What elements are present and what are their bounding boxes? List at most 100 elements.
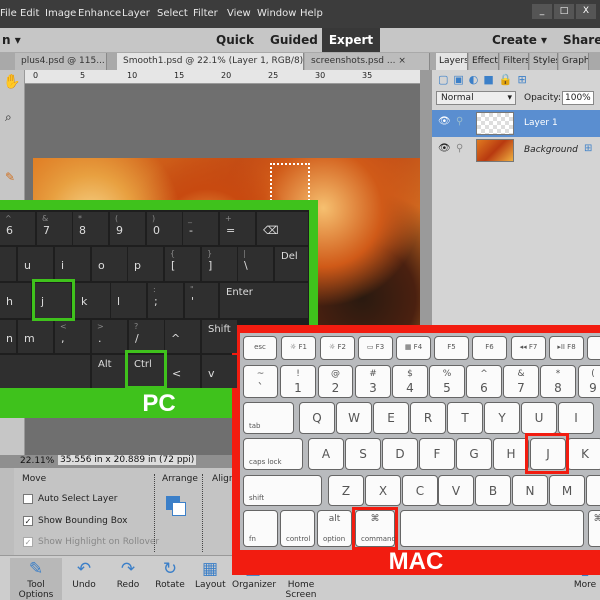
pc-key-Alt[interactable]: Alt bbox=[92, 355, 127, 388]
mac-key-9[interactable]: (9 bbox=[578, 365, 600, 398]
panel-tab-effect[interactable]: Effect bbox=[469, 53, 499, 70]
mac-key-blank[interactable]: ⌘ bbox=[588, 510, 600, 547]
mac-key-▦-f4[interactable]: ▦ F4 bbox=[396, 336, 431, 360]
pc-key-[[interactable]: {[ bbox=[165, 247, 200, 281]
mac-key-shift[interactable]: shift bbox=[243, 475, 322, 506]
pc-key-/[interactable]: ? / bbox=[129, 320, 164, 353]
mac-key-a[interactable]: A bbox=[308, 438, 344, 470]
pc-key-Enter[interactable]: Enter bbox=[220, 283, 308, 318]
layout-button[interactable]: ▦ Layout bbox=[195, 558, 226, 590]
mac-key-u[interactable]: U bbox=[521, 402, 557, 434]
menu-select[interactable]: Select bbox=[157, 8, 188, 19]
mac-key-c[interactable]: C bbox=[402, 475, 438, 506]
pc-key-8[interactable]: * 8 bbox=[73, 212, 108, 245]
redo-button[interactable]: ↷ Redo bbox=[115, 558, 141, 590]
pencil-tool-icon[interactable]: ✎ bbox=[5, 170, 15, 184]
mac-key-6[interactable]: ^ 6 bbox=[466, 365, 502, 398]
mac-key-☼-f2[interactable]: ☼ F2 bbox=[320, 336, 355, 360]
menu-layer[interactable]: Layer bbox=[122, 8, 150, 19]
pc-key-9[interactable]: (9 bbox=[110, 212, 145, 245]
mac-key-t[interactable]: T bbox=[447, 402, 483, 434]
pc-key-u[interactable]: u bbox=[18, 247, 53, 281]
mac-key-g[interactable]: G bbox=[456, 438, 492, 470]
mac-key-n[interactable]: N bbox=[512, 475, 548, 506]
create-button[interactable]: Create ▾ bbox=[492, 33, 547, 47]
hand-tool-icon[interactable]: ✋ bbox=[3, 74, 20, 90]
mode-quick[interactable]: Quick bbox=[216, 33, 254, 47]
mac-key-☼-f1[interactable]: ☼ F1 bbox=[281, 336, 316, 360]
pc-key-l[interactable]: l bbox=[111, 283, 146, 318]
pc-key-⌫[interactable]: ⌫ bbox=[257, 212, 308, 245]
mac-key-f5[interactable]: F5 bbox=[434, 336, 469, 360]
mac-key-m[interactable]: M bbox=[549, 475, 585, 506]
pc-key-m[interactable]: m bbox=[18, 320, 53, 353]
mac-key-f[interactable]: F bbox=[419, 438, 455, 470]
zoom-tool-icon[interactable]: ⌕ bbox=[5, 110, 12, 125]
pc-key-h[interactable]: h bbox=[0, 283, 31, 318]
mac-key-tab[interactable]: tab bbox=[243, 402, 294, 434]
menu-enhance[interactable]: Enhance bbox=[78, 8, 121, 19]
pc-key-v[interactable]: v bbox=[202, 355, 237, 388]
link-icon[interactable]: ⚲ bbox=[456, 143, 463, 154]
menu-filter[interactable]: Filter bbox=[193, 8, 218, 19]
pc-key-p[interactable]: p bbox=[128, 247, 163, 281]
pc-key-7[interactable]: & 7 bbox=[37, 212, 72, 245]
mac-key-3[interactable]: #3 bbox=[355, 365, 391, 398]
tool-options-button[interactable]: ✎ Tool Options bbox=[10, 558, 62, 600]
pc-key-blank[interactable] bbox=[0, 247, 16, 281]
link-icon[interactable]: ⚲ bbox=[456, 116, 463, 127]
mac-key-option[interactable]: alt option bbox=[317, 510, 352, 547]
document-tab[interactable]: plus4.psd @ 115... × bbox=[15, 53, 107, 70]
pc-key-.[interactable]: >. bbox=[92, 320, 127, 353]
pc-key-'[interactable]: " ' bbox=[185, 283, 218, 318]
layer-name[interactable]: Layer 1 bbox=[524, 118, 558, 128]
menu-help[interactable]: Help bbox=[300, 8, 323, 19]
document-tab[interactable]: Smooth1.psd @ 22.1% (Layer 1, RGB/8) * × bbox=[117, 53, 304, 70]
pc-key-6[interactable]: ^ 6 bbox=[0, 212, 35, 245]
mac-key-▭-f3[interactable]: ▭ F3 bbox=[358, 336, 393, 360]
zoom-level[interactable]: 22.11% bbox=[20, 456, 54, 466]
pc-key-^[interactable]: ^ bbox=[165, 320, 200, 353]
layer-row[interactable]: 👁 ⚲ Background ⊞ bbox=[432, 137, 600, 164]
pc-key-,[interactable]: <, bbox=[55, 320, 90, 353]
mac-key-5[interactable]: % 5 bbox=[429, 365, 465, 398]
layer-row[interactable]: 👁 ⚲ Layer 1 bbox=[432, 110, 600, 137]
pc-key-<[interactable]: < bbox=[166, 355, 200, 388]
opacity-input[interactable]: 100% bbox=[562, 91, 594, 105]
layer-toolbar-icons[interactable]: ▢▣◐■🔒⊞ bbox=[438, 73, 532, 86]
share-button[interactable]: Share bbox=[563, 33, 600, 47]
mac-key-2[interactable]: @2 bbox=[318, 365, 353, 398]
minimize-button[interactable]: _ bbox=[532, 4, 552, 19]
menu-file[interactable]: File bbox=[0, 8, 17, 19]
pc-key-i[interactable]: i bbox=[55, 247, 90, 281]
mac-key-blank[interactable] bbox=[587, 336, 600, 360]
panel-tab-filters[interactable]: Filters bbox=[500, 53, 529, 70]
auto-select-checkbox[interactable] bbox=[23, 494, 33, 504]
mac-key-z[interactable]: Z bbox=[328, 475, 364, 506]
mac-key-7[interactable]: & 7 bbox=[503, 365, 539, 398]
menu-window[interactable]: Window bbox=[257, 8, 296, 19]
mac-key-4[interactable]: $4 bbox=[392, 365, 428, 398]
pc-key-;[interactable]: :; bbox=[148, 283, 183, 318]
mode-guided[interactable]: Guided bbox=[270, 33, 318, 47]
mac-key-v[interactable]: V bbox=[438, 475, 474, 506]
mac-key-1[interactable]: ! 1 bbox=[280, 365, 316, 398]
pc-key-Del[interactable]: Del bbox=[275, 247, 308, 281]
pc-key-o[interactable]: o bbox=[92, 247, 127, 281]
mac-key-h[interactable]: H bbox=[493, 438, 529, 470]
mac-key-w[interactable]: W bbox=[336, 402, 372, 434]
mac-key-f6[interactable]: F6 bbox=[472, 336, 507, 360]
mac-key-s[interactable]: S bbox=[345, 438, 381, 470]
menu-image[interactable]: Image bbox=[45, 8, 76, 19]
eye-icon[interactable]: 👁 bbox=[438, 143, 451, 154]
rotate-button[interactable]: ↻ Rotate bbox=[153, 558, 187, 590]
mac-key-q[interactable]: Q bbox=[299, 402, 335, 434]
pc-key-0[interactable]: ) 0 bbox=[147, 212, 182, 245]
mac-key-`[interactable]: ~ ` bbox=[243, 365, 278, 398]
mac-key-y[interactable]: Y bbox=[484, 402, 520, 434]
undo-button[interactable]: ↶ Undo bbox=[70, 558, 98, 590]
pc-key-Shift[interactable]: Shift bbox=[202, 320, 237, 353]
panel-tab-graph[interactable]: Graph bbox=[559, 53, 589, 70]
mac-key-k[interactable]: K bbox=[567, 438, 600, 470]
mac-key-caps-lock[interactable]: caps lock bbox=[243, 438, 303, 470]
